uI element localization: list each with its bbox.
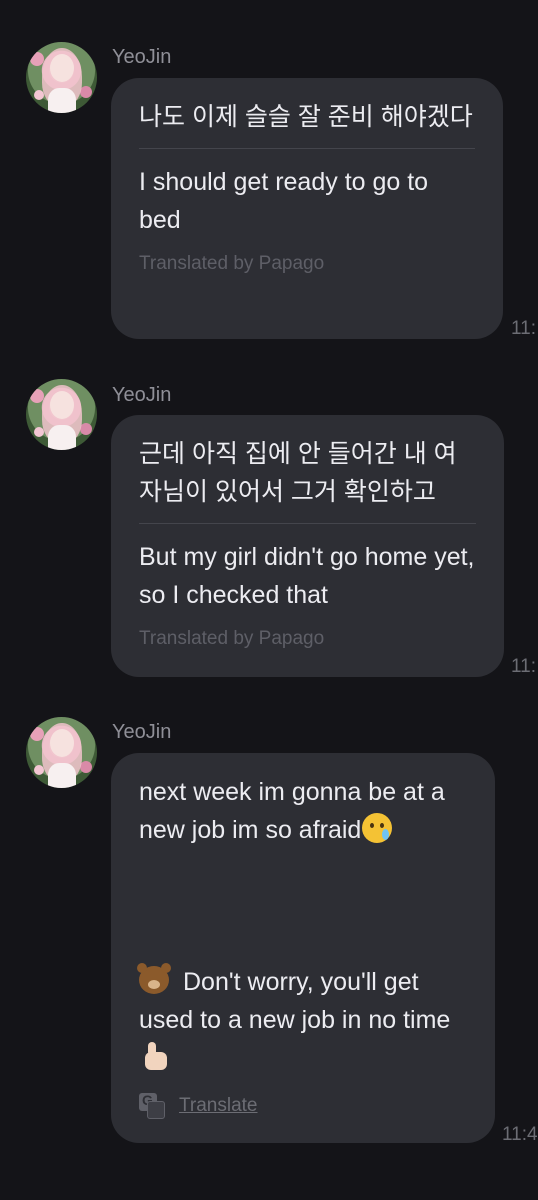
sender-name: YeoJin bbox=[112, 46, 172, 68]
crying-face-icon bbox=[362, 813, 393, 843]
avatar[interactable] bbox=[26, 717, 97, 788]
timestamp: 11:4 bbox=[502, 1124, 538, 1145]
translation-credit: Translated by Papago bbox=[139, 628, 325, 649]
message-text-content: next week im gonna be at a new job im so… bbox=[139, 778, 445, 844]
reply-text: Don't worry, you'll get used to a new jo… bbox=[137, 963, 467, 1077]
bear-face-icon bbox=[137, 963, 169, 994]
original-text: 근데 아직 집에 안 들어간 내 여자님이 있어서 그거 확인하고 bbox=[139, 440, 457, 506]
sender-name: YeoJin bbox=[112, 384, 172, 406]
message-bubble[interactable]: next week im gonna be at a new job im so… bbox=[111, 753, 495, 1143]
divider bbox=[139, 523, 476, 524]
translated-text: I should get ready to go to bed bbox=[139, 168, 429, 234]
translate-action[interactable]: G Translate bbox=[139, 1092, 467, 1119]
translated-text: But my girl didn't go home yet, so I che… bbox=[139, 543, 475, 609]
original-text: 나도 이제 슬슬 잘 준비 해야겠다 bbox=[139, 103, 473, 131]
avatar[interactable] bbox=[26, 42, 97, 113]
translate-icon: G bbox=[139, 1092, 165, 1119]
sender-name: YeoJin bbox=[112, 721, 172, 743]
divider bbox=[139, 148, 475, 149]
thumbs-up-icon bbox=[139, 1042, 171, 1072]
translate-link[interactable]: Translate bbox=[179, 1095, 258, 1117]
reply-text-content: Don't worry, you'll get used to a new jo… bbox=[139, 968, 451, 1034]
timestamp: 11: bbox=[511, 318, 537, 339]
avatar[interactable] bbox=[26, 379, 97, 450]
timestamp: 11: bbox=[511, 656, 537, 677]
message-bubble[interactable]: 나도 이제 슬슬 잘 준비 해야겠다 I should get ready to… bbox=[111, 78, 503, 339]
translation-credit: Translated by Papago bbox=[139, 253, 325, 274]
message-bubble[interactable]: 근데 아직 집에 안 들어간 내 여자님이 있어서 그거 확인하고 But my… bbox=[111, 415, 504, 677]
message-text: next week im gonna be at a new job im so… bbox=[139, 773, 467, 849]
chat-thread: YeoJin 나도 이제 슬슬 잘 준비 해야겠다 I should get r… bbox=[0, 0, 538, 1200]
